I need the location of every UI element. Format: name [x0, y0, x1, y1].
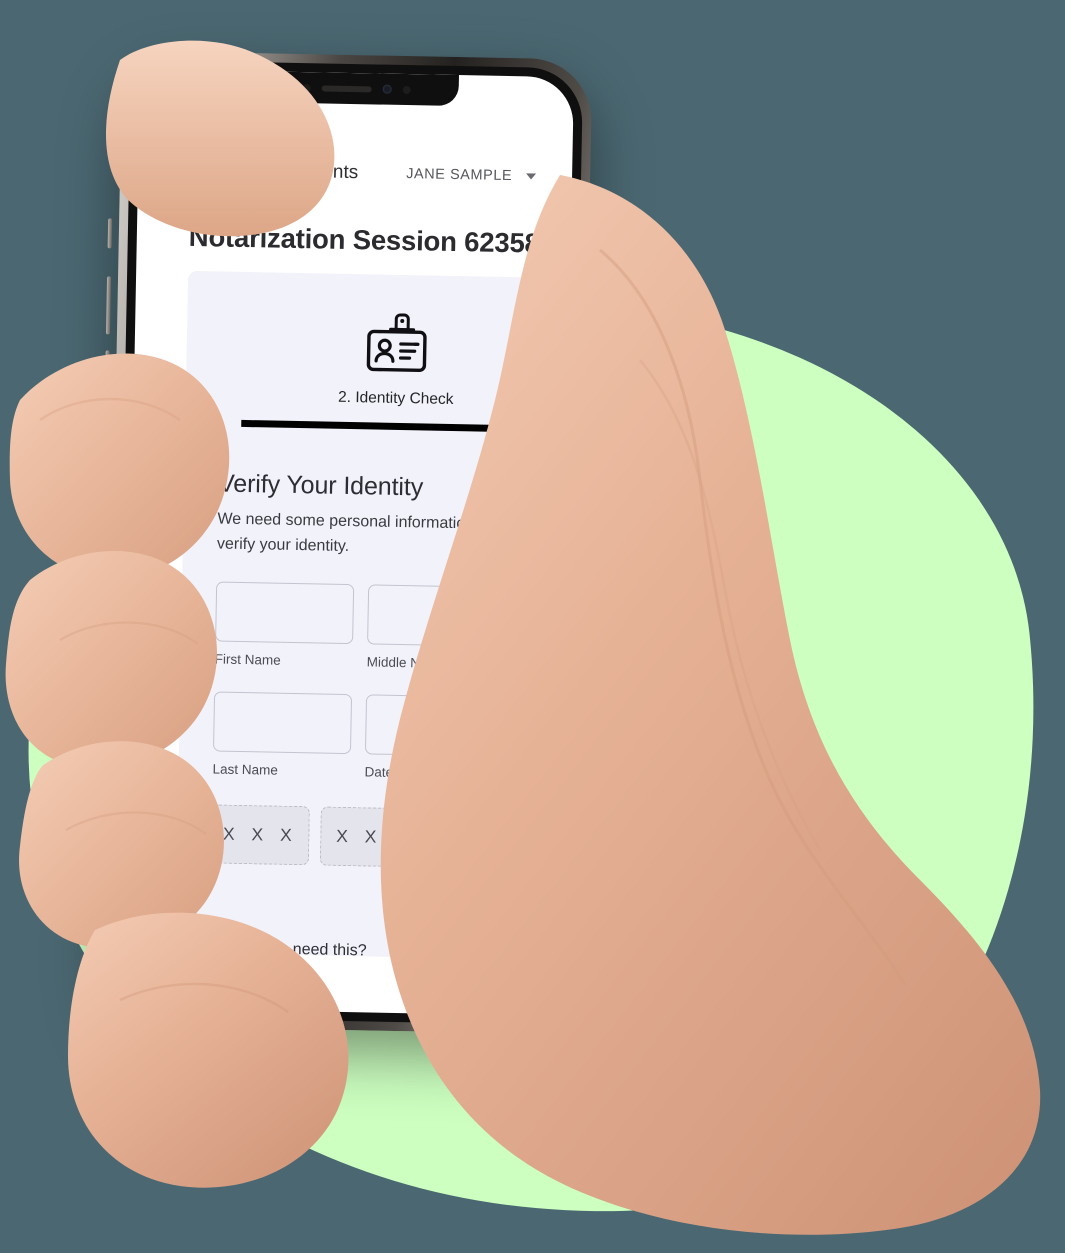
field-first-name: First Name: [215, 581, 355, 670]
app-bar: B Documents JANE SAMPLE: [138, 132, 573, 196]
chevron-down-icon: [526, 173, 537, 180]
ssn-last4-input[interactable]: - - - -: [408, 808, 488, 869]
ssn-label-line2: of SSN: [407, 893, 452, 910]
form-subtitle: We need some personal information in ord…: [216, 510, 551, 555]
last-name-input[interactable]: [212, 691, 353, 755]
field-last-name: Last Name: [212, 691, 353, 781]
silence-switch[interactable]: [107, 218, 113, 249]
nav-item-documents[interactable]: Documents: [262, 160, 358, 184]
earpiece-speaker: [321, 84, 372, 92]
calendar-icon[interactable]: [473, 714, 495, 740]
middle-name-input[interactable]: [367, 584, 512, 648]
why-do-we-need-this-link[interactable]: Why do we need this?: [209, 939, 367, 960]
phone-notch: [254, 71, 459, 107]
ssn-label-line1: Last 4: [408, 877, 446, 893]
step-header: 2. Identity Check: [186, 309, 574, 412]
ssn-group1-input: X X X: [210, 804, 310, 866]
proximity-sensor-icon: [302, 83, 311, 92]
step-label: 2. Identity Check: [337, 388, 454, 408]
phone-screen: B Documents JANE SAMPLE Notarization Ses…: [122, 68, 574, 1017]
first-name-input[interactable]: [215, 581, 355, 645]
ssn-group2-input: X X: [319, 806, 399, 867]
scene: B Documents JANE SAMPLE Notarization Ses…: [0, 0, 1065, 1253]
ssn-row: X X X X X - - - - Last 4 of SSN: [210, 804, 564, 913]
date-of-birth-input[interactable]: [364, 694, 510, 758]
ssn-last4-label: Last 4 of SSN: [408, 877, 487, 911]
identity-form: Verify Your Identity We need some person…: [176, 426, 574, 914]
dob-row: Last Name Date of Birth: [212, 691, 566, 785]
phone-bezel: B Documents JANE SAMPLE Notarization Ses…: [112, 59, 584, 1026]
ambient-light-sensor-icon: [402, 85, 411, 94]
front-camera-icon: [382, 84, 392, 94]
form-title: Verify Your Identity: [217, 469, 424, 502]
phone-device: B Documents JANE SAMPLE Notarization Ses…: [103, 50, 599, 1035]
account-name-label: JANE SAMPLE: [406, 166, 513, 185]
field-middle-name: Middle Name: [367, 584, 512, 673]
middle-name-label: Middle Name: [366, 654, 447, 671]
last-name-label: Last Name: [212, 761, 279, 779]
field-ssn-last4: - - - - Last 4 of SSN: [408, 808, 488, 911]
field-ssn-group2: X X: [319, 806, 399, 867]
date-of-birth-label: Date of Birth: [364, 764, 440, 782]
name-row: First Name Middle Name: [215, 581, 569, 674]
app-viewport: B Documents JANE SAMPLE Notarization Ses…: [122, 69, 574, 1016]
account-menu[interactable]: JANE SAMPLE: [406, 166, 537, 185]
volume-up-button[interactable]: [105, 276, 112, 335]
first-name-label: First Name: [214, 651, 281, 668]
page-title: Notarization Session 62358: [188, 220, 540, 259]
id-badge-icon: [364, 312, 429, 378]
identity-check-card: 2. Identity Check Verify Your Identity W…: [175, 270, 574, 961]
brand-logo-letter: B: [199, 159, 213, 181]
brand-logo-icon[interactable]: B: [187, 151, 226, 190]
field-ssn-group1: X X X: [210, 804, 310, 866]
field-date-of-birth: Date of Birth: [364, 694, 510, 784]
volume-down-button[interactable]: [104, 350, 110, 409]
